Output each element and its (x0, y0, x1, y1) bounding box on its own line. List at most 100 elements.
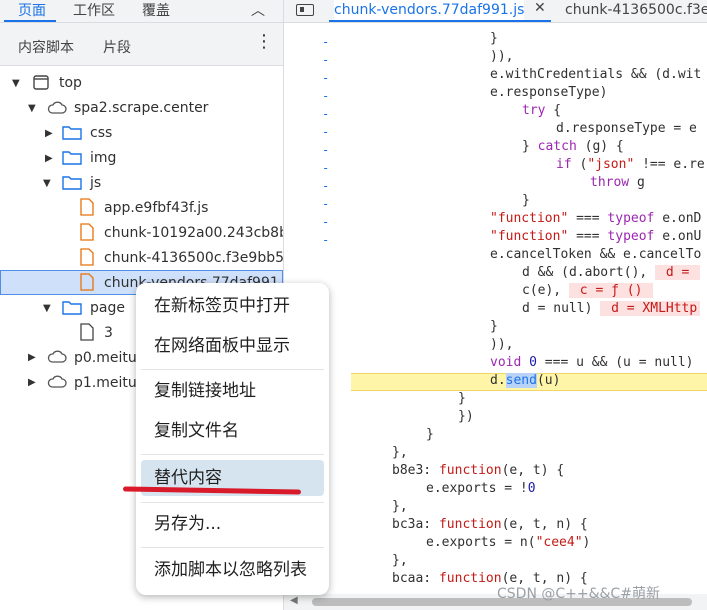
code-text: { (545, 103, 562, 118)
keyword: function (438, 463, 502, 478)
tree-item-domain[interactable]: p1.meitua (74, 371, 145, 396)
code-text: ) (582, 535, 591, 550)
code-line: } (426, 427, 434, 442)
selected-token[interactable]: send (505, 373, 537, 388)
scroll-left-icon[interactable]: ◀ (290, 595, 298, 606)
code-text: b8e3: (392, 463, 439, 478)
code-line: if ("json" !== e.re (556, 156, 705, 174)
menu-separator (141, 454, 324, 455)
collapsed-triangle-icon[interactable]: ▶ (45, 153, 53, 164)
string-literal: "json" (587, 157, 635, 172)
tree-folder-page[interactable]: page (90, 296, 125, 321)
code-text: e.exports = n( (426, 535, 536, 550)
menu-item-copy-filename[interactable]: 复制文件名 (136, 413, 329, 449)
document-icon (80, 323, 94, 345)
collapsed-triangle-icon[interactable]: ▶ (45, 128, 53, 139)
string-literal: "function" (490, 211, 569, 226)
code-line: "function" === typeof e.onU (490, 228, 701, 246)
code-text: !== e.re (634, 157, 705, 172)
menu-item-copy-link[interactable]: 复制链接地址 (136, 373, 329, 409)
expand-triangle-icon[interactable]: ▼ (43, 303, 51, 314)
keyword: function (438, 517, 502, 532)
code-text: (e, t) { (501, 463, 565, 478)
code-line-current: d.send(u) (490, 372, 560, 390)
code-text: === (568, 211, 608, 226)
watermark: CSDN @C++&&C#萌新 (497, 586, 660, 602)
js-file-icon (80, 273, 94, 295)
menu-item-save-as[interactable]: 另存为... (136, 506, 329, 542)
code-line: }, (392, 499, 408, 514)
code-line: }, (392, 553, 408, 568)
code-line: e.cancelToken && e.cancelTo (490, 247, 702, 262)
tree-folder-css[interactable]: css (90, 121, 112, 146)
editor-tab-bar: chunk-vendors.77daf991.js ✕ chunk-413650… (284, 0, 707, 23)
menu-item-reveal-in-network[interactable]: 在网络面板中显示 (136, 328, 329, 364)
code-text: g (629, 175, 645, 190)
tree-folder-img[interactable]: img (90, 146, 116, 171)
expand-triangle-icon[interactable]: ▼ (12, 78, 20, 89)
code-line: try { (522, 102, 561, 120)
cloud-icon (47, 101, 67, 119)
code-line: } (490, 31, 498, 46)
string-literal: "function" (490, 229, 569, 244)
js-file-icon (80, 223, 94, 245)
code-text: d. (490, 373, 506, 388)
code-line: void 0 === u && (u = null) (490, 354, 694, 372)
code-text: (u) (536, 373, 561, 388)
tab-snippets[interactable]: 片段 (103, 37, 131, 57)
collapsed-triangle-icon[interactable]: ▶ (28, 352, 36, 363)
number-literal: 0 (529, 355, 537, 370)
kebab-menu-icon[interactable]: ⋮ (255, 33, 273, 51)
collapsed-triangle-icon[interactable]: ▶ (28, 377, 36, 388)
tree-folder-js[interactable]: js (90, 171, 101, 196)
code-text: (g) { (576, 139, 624, 154)
tree-item-top[interactable]: top (59, 71, 82, 96)
navigator-tab-bar: 页面 工作区 覆盖 ︿ (0, 0, 283, 23)
js-file-icon (80, 248, 94, 270)
code-text: === (568, 229, 608, 244)
code-line: } (458, 391, 466, 406)
code-line: } catch (g) { (522, 138, 624, 156)
sidebar-toggle-icon[interactable] (296, 4, 314, 16)
inline-value-badge: d = (655, 265, 701, 280)
tree-file[interactable]: chunk-10192a00.243cb8b7 (104, 221, 297, 246)
editor-tab-active[interactable]: chunk-vendors.77daf991.js (334, 0, 525, 20)
tree-file[interactable]: app.e9fbf43f.js (104, 196, 208, 221)
tree-item-domain[interactable]: spa2.scrape.center (74, 96, 208, 121)
window-icon (33, 75, 49, 94)
expand-triangle-icon[interactable]: ▼ (43, 178, 51, 189)
tab-page[interactable]: 页面 (18, 0, 46, 20)
code-text: e.onD (654, 211, 702, 226)
code-line: d.responseType = e (556, 121, 697, 136)
tab-workspace[interactable]: 工作区 (73, 0, 115, 20)
code-line: e.withCredentials && (d.wit (490, 67, 702, 82)
code-line: e.exports = !0 (426, 480, 536, 498)
code-line: }, (392, 445, 408, 460)
inline-value-badge: d = XMLHttp (600, 301, 701, 316)
active-tab-indicator (4, 20, 56, 22)
code-text: d && (d.abort(), (522, 265, 656, 280)
menu-item-open-new-tab[interactable]: 在新标签页中打开 (136, 288, 329, 324)
menu-separator (141, 369, 324, 370)
tree-file[interactable]: chunk-4136500c.f3e9bb54. (104, 246, 297, 271)
editor-tab[interactable]: chunk-4136500c.f3e9b (565, 0, 707, 20)
tab-overrides[interactable]: 覆盖 (142, 0, 170, 20)
code-line: throw g (590, 174, 645, 192)
menu-item-add-to-ignore-list[interactable]: 添加脚本以忽略列表 (136, 552, 329, 588)
close-icon[interactable]: ✕ (534, 0, 546, 16)
folder-icon (62, 124, 82, 144)
code-line: c(e), c = ƒ () (522, 282, 654, 300)
tree-item-domain[interactable]: p0.meitua (74, 346, 145, 371)
cloud-icon (47, 375, 67, 393)
code-text: c(e), (522, 283, 569, 298)
chevron-up-icon[interactable]: ︿ (251, 0, 265, 20)
keyword: void (490, 355, 522, 370)
code-editor[interactable]: } )), e.withCredentials && (d.wit e.resp… (284, 22, 707, 592)
keyword: if (556, 157, 572, 172)
expand-triangle-icon[interactable]: ▼ (28, 103, 36, 114)
keyword: typeof (607, 229, 655, 244)
tree-file[interactable]: 3 (104, 321, 113, 346)
tab-content-scripts[interactable]: 内容脚本 (18, 37, 74, 57)
code-text: } (522, 139, 538, 154)
